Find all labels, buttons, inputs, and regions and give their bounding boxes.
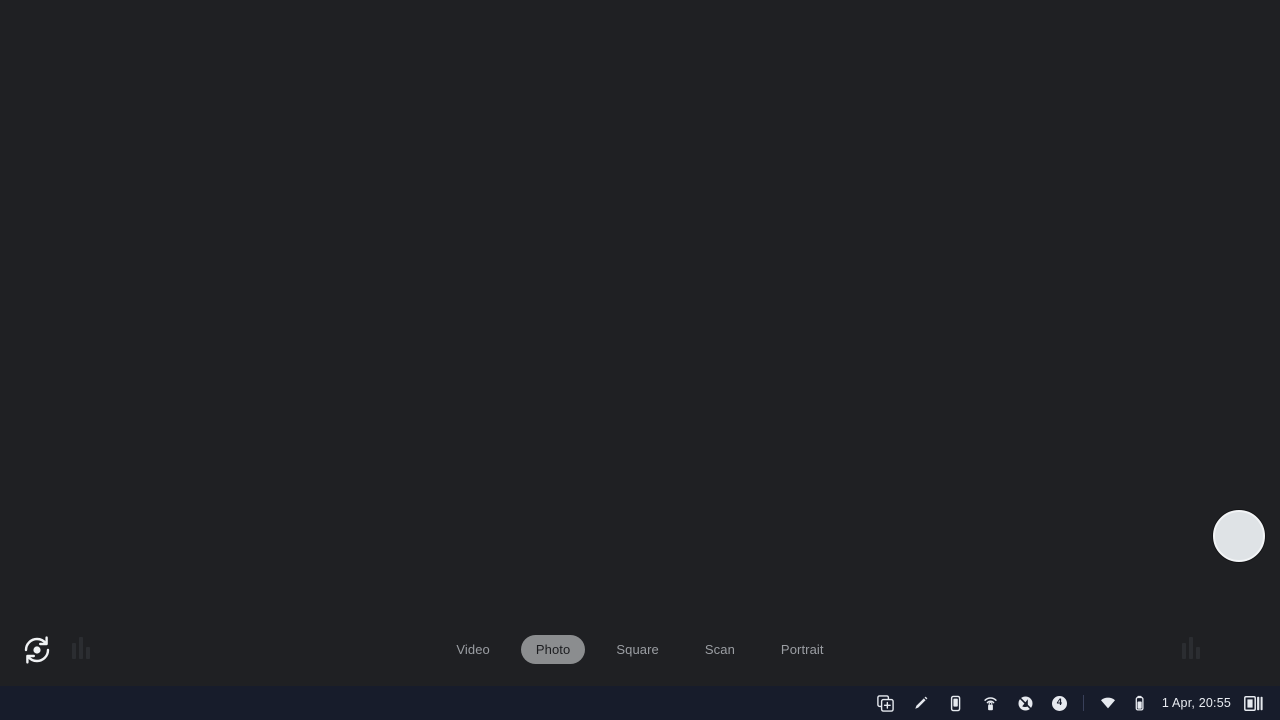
shutter-button[interactable] [1213,510,1265,562]
camera-app-screen: Video Photo Square Scan Portrait 4 1 Apr… [0,0,1280,720]
screenshot-button[interactable] [868,686,903,720]
panel-toggle-button[interactable] [1235,686,1272,720]
system-taskbar: 4 1 Apr, 20:55 [0,686,1280,720]
mode-square[interactable]: Square [601,635,674,664]
hotspot-lock-icon [982,695,999,712]
window-layout-icon [1244,695,1263,711]
wifi-button[interactable] [1091,686,1125,720]
clock[interactable]: 1 Apr, 20:55 [1157,696,1235,710]
pen-icon [912,695,929,712]
battery-icon [1134,695,1148,712]
mode-portrait[interactable]: Portrait [766,635,839,664]
hotspot-button[interactable] [973,686,1008,720]
wifi-icon [1100,695,1116,711]
system-tray: 4 1 Apr, 20:55 [868,686,1272,720]
annotate-button[interactable] [903,686,938,720]
mode-scan[interactable]: Scan [690,635,750,664]
camera-mode-selector: Video Photo Square Scan Portrait [0,632,1280,666]
tray-divider [1082,695,1084,711]
workspace-indicator[interactable]: 4 [1043,686,1076,720]
device-button[interactable] [938,686,973,720]
mode-video[interactable]: Video [441,635,505,664]
workspace-badge: 4 [1051,695,1067,711]
phone-icon [947,695,964,712]
mode-photo[interactable]: Photo [520,634,586,664]
sound-button[interactable] [1008,686,1043,720]
sound-muted-icon [1017,695,1034,712]
battery-button[interactable] [1125,686,1157,720]
camera-viewfinder[interactable] [0,0,1280,686]
screenshot-add-icon [877,694,894,712]
